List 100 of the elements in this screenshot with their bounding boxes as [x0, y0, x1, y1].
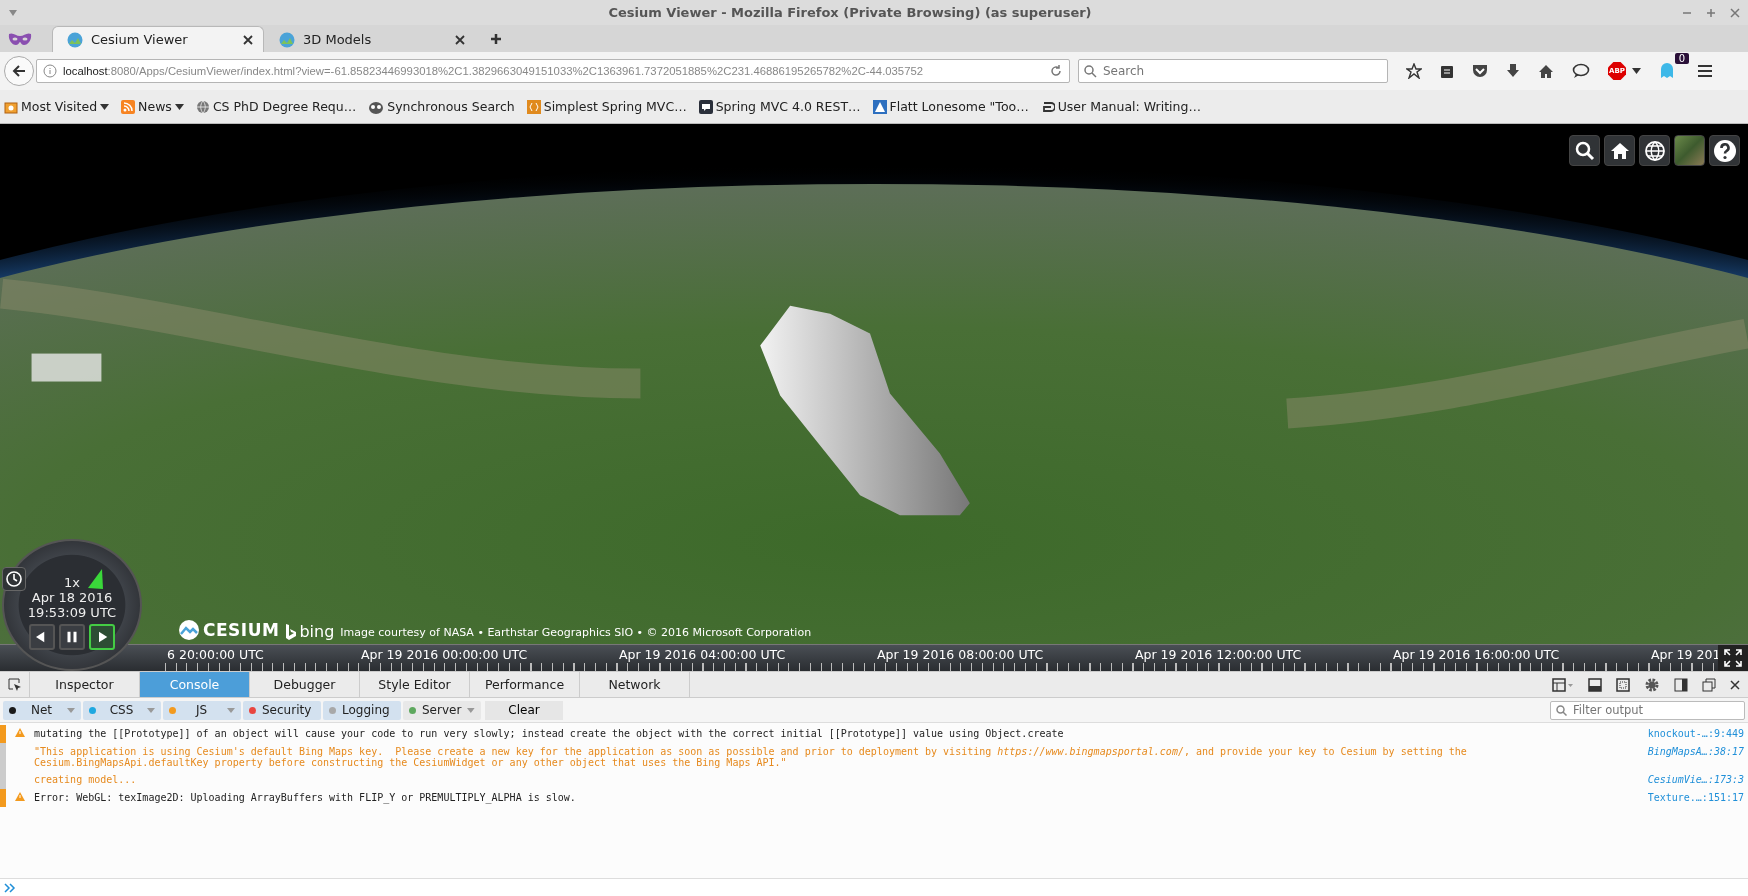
devtools-tab[interactable]: Performance — [470, 672, 580, 697]
source-link[interactable]: CesiumVie…:173:3 — [1644, 771, 1748, 789]
tab-label: 3D Models — [303, 32, 373, 47]
timeline-label: Apr 19 2016 12:00:00 UTC — [1135, 646, 1303, 665]
source-link[interactable]: Texture.…:151:17 — [1644, 789, 1748, 807]
folder-icon — [4, 99, 18, 114]
caret-icon — [227, 707, 235, 713]
bookmark-item[interactable]: Most Visited — [4, 99, 110, 114]
search-field[interactable]: Search — [1078, 59, 1388, 83]
clear-button[interactable]: Clear — [485, 700, 563, 720]
code-icon — [526, 99, 541, 114]
address-field[interactable]: localhost:8080/Apps/CesiumViewer/index.html?view=-61.85823446993018%2C1.3829663049151033%2C1363961.7372051885%2C231.46886195265782%2C-44.035752 — [36, 59, 1070, 83]
bing-logo: bing — [285, 622, 335, 641]
caret-icon — [147, 707, 155, 713]
reverse-button[interactable] — [29, 624, 55, 650]
browser-tab[interactable]: Cesium Viewer — [52, 26, 264, 52]
prompt-icon — [4, 882, 16, 893]
download-icon[interactable] — [1506, 63, 1520, 79]
help-button[interactable] — [1709, 135, 1740, 166]
timeline-label: Apr 19 2016 08:00:00 UTC — [877, 646, 1045, 665]
pause-button[interactable] — [59, 624, 85, 650]
frame-select-icon[interactable] — [1552, 677, 1574, 692]
globe-icon — [195, 99, 210, 114]
fullscreen-button[interactable] — [1718, 645, 1748, 672]
filter-field[interactable]: Filter output — [1550, 700, 1745, 720]
timeline-label: Apr 19 201 — [1651, 646, 1717, 665]
speed-label: 1x — [64, 575, 80, 590]
reload-icon[interactable] — [1049, 64, 1063, 78]
notification-badge: 0 — [1674, 53, 1689, 64]
help-icon — [1712, 138, 1737, 163]
triangle-icon — [872, 99, 887, 114]
maximize-icon[interactable] — [1706, 7, 1716, 18]
timeline-label: Apr 19 2016 16:00:00 UTC — [1393, 646, 1561, 665]
timeline-label: 6 20:00:00 UTC — [167, 646, 265, 665]
source-link[interactable]: BingMapsA…:38:17 — [1644, 743, 1748, 771]
clock-time: 19:53:09 UTC — [27, 605, 117, 620]
devtools-tab[interactable]: Network — [580, 672, 690, 697]
devtools-tab[interactable]: Debugger — [250, 672, 360, 697]
cursor-icon — [7, 677, 22, 692]
caret-icon — [174, 103, 184, 110]
menu-icon[interactable] — [1697, 64, 1713, 78]
caret-icon — [100, 103, 110, 110]
message-text: "This application is using Cesium's default Bing Maps key. Please create a new key for the application as soon as possible and prior to deployment by visiting https://www.bingmapsportal.com/, and provide your key to Cesium by setting the Cesium.BingMapsApi.defaultKey property before constructing the CesiumWidget or any other object that uses the Bing Maps API." — [34, 745, 1468, 770]
console-input[interactable] — [0, 878, 1748, 896]
imagery-credit: Image courtesy of NASA • Earthstar Geographics SIO • © 2016 Microsoft Corporation — [340, 626, 812, 641]
globe-icon — [1643, 139, 1666, 162]
mask-icon — [8, 32, 32, 46]
responsive-view-icon[interactable] — [1616, 677, 1630, 692]
filter-toggle[interactable]: Logging — [323, 700, 401, 720]
pocket-icon[interactable] — [1472, 63, 1488, 79]
message-text: Error: WebGL: texImage2D: Uploading ArrayBuffers with FLIP_Y or PREMULTIPLY_ALPHA is slow. — [34, 791, 577, 806]
search-icon — [1574, 140, 1595, 161]
star-icon[interactable] — [1406, 63, 1422, 79]
play-button[interactable] — [89, 624, 115, 650]
fullscreen-icon — [1724, 649, 1742, 668]
browser-tab[interactable]: 3D Models — [264, 26, 476, 52]
dock-side-icon[interactable] — [1674, 677, 1688, 692]
home-icon[interactable] — [1538, 63, 1554, 79]
speech-bubble-icon[interactable] — [1572, 63, 1590, 79]
clock-icon — [5, 570, 23, 588]
warning-icon — [15, 728, 25, 737]
close-icon[interactable] — [455, 34, 465, 45]
message-text: creating model... — [34, 773, 138, 787]
caret-icon — [67, 707, 75, 713]
timeline-label: Apr 19 2016 04:00:00 UTC — [619, 646, 787, 665]
search-button[interactable] — [1569, 135, 1600, 166]
tab-label: Cesium Viewer — [91, 32, 189, 47]
message-text: mutating the [[Prototype]] of an object will cause your code to run very slowly; instead create the object with the correct initial [[Prototype]] value using Object.create — [34, 727, 1065, 741]
bookmark-label: Most Visited — [21, 99, 98, 114]
speech-bubble-icon — [698, 99, 713, 114]
close-icon[interactable] — [1730, 679, 1740, 690]
cesium-logo: CESIUM — [178, 619, 280, 641]
caret-icon[interactable] — [1632, 68, 1641, 74]
clock-button[interactable] — [2, 567, 26, 591]
window-title: Cesium Viewer - Mozilla Firefox (Private Browsing) (as superuser) — [607, 5, 1093, 20]
globe-button[interactable] — [1639, 135, 1670, 166]
caret-icon — [467, 707, 475, 713]
separate-window-icon[interactable] — [1702, 677, 1716, 692]
timeline-label: Apr 19 2016 00:00:00 UTC — [361, 646, 529, 665]
bookmark-item[interactable]: News — [121, 99, 184, 114]
settings-icon[interactable] — [1644, 676, 1660, 693]
new-tab-icon[interactable] — [490, 33, 502, 45]
clipboard-icon[interactable] — [1440, 63, 1454, 79]
filter-toggle[interactable]: Net — [3, 700, 81, 720]
feed-icon — [121, 99, 136, 114]
clock-date: Apr 18 2016 — [31, 590, 113, 605]
cesium-logo-icon — [279, 31, 295, 48]
home-icon — [1609, 140, 1630, 161]
split-console-icon[interactable] — [1588, 677, 1602, 692]
filter-toggle[interactable]: CSS — [83, 700, 161, 720]
close-icon[interactable] — [243, 34, 253, 45]
home-button[interactable] — [1604, 135, 1635, 166]
timeline[interactable]: 6 20:00:00 UTC Apr 19 2016 00:00:00 UTC Apr 19 2016 04:00:00 UTC Apr 19 2016 08:00:00 UTC Apr 19 2016 12:00:00 UTC Apr 19 2016 16:00:00 UTC Apr 19 201 — [0, 644, 1748, 671]
filter-toggle[interactable]: Security — [243, 700, 321, 720]
source-link[interactable]: knockout-…:9:449 — [1644, 725, 1748, 743]
back-button[interactable] — [4, 56, 34, 86]
devtools-tab[interactable]: Style Editor — [360, 672, 470, 697]
filter-toggle[interactable]: Server — [403, 700, 481, 720]
filter-toggle[interactable]: JS — [163, 700, 241, 720]
warning-icon — [15, 792, 25, 801]
